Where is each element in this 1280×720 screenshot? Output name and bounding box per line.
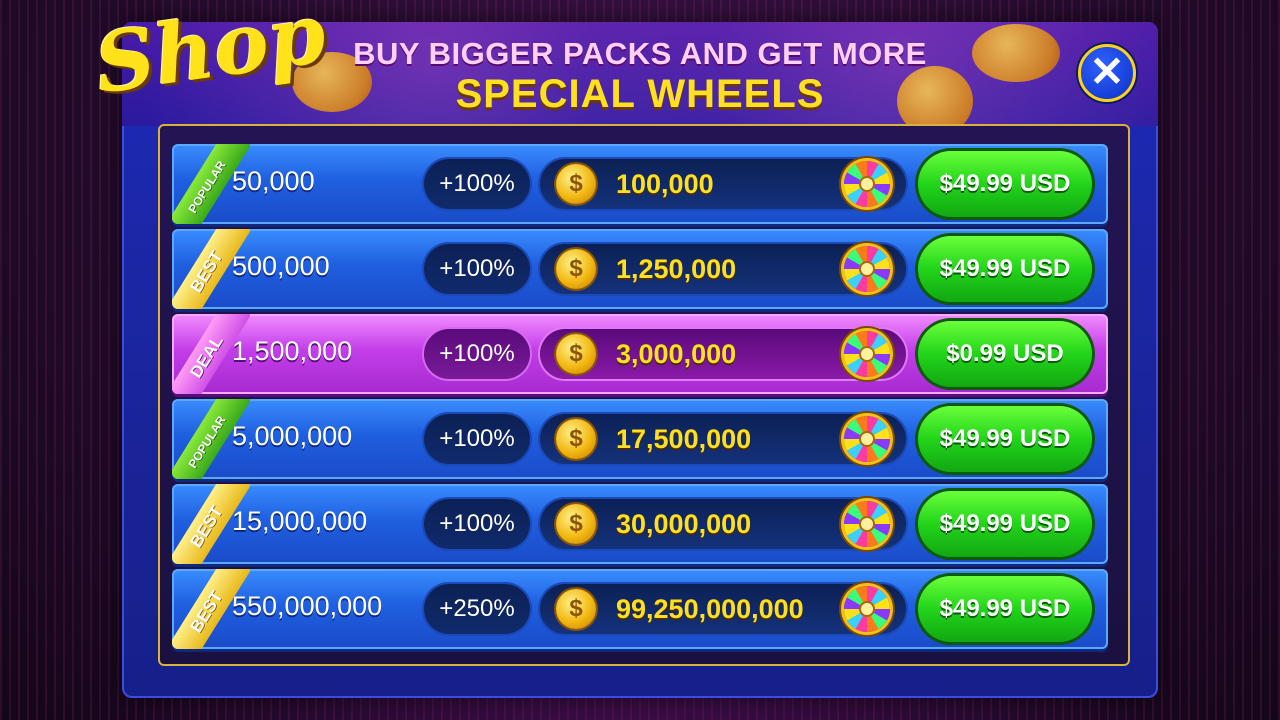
bonus-percent: +100% <box>424 329 530 379</box>
base-coin-amount: 500,000 <box>232 251 330 281</box>
pack-row: BEST 500,000 +100% $ 1,250,000 $49.99 US… <box>172 229 1108 309</box>
wheel-icon <box>844 416 890 462</box>
promo-subheadline: SPECIAL WHEELS <box>455 72 825 116</box>
coin-icon: $ <box>556 249 596 289</box>
bonus-percent: +100% <box>424 414 530 464</box>
total-coins-pill: $ 30,000,000 <box>540 499 906 549</box>
total-coins-pill: $ 99,250,000,000 <box>540 584 906 634</box>
bonus-percent: +100% <box>424 499 530 549</box>
total-coin-amount: 1,250,000 <box>616 254 737 284</box>
coin-icon: $ <box>556 334 596 374</box>
close-button[interactable]: ✕ <box>1078 44 1136 102</box>
pack-row: BEST 15,000,000 +100% $ 30,000,000 $49.9… <box>172 484 1108 564</box>
total-coin-amount: 3,000,000 <box>616 339 737 369</box>
close-icon: ✕ <box>1089 48 1125 95</box>
wheel-icon <box>844 501 890 547</box>
total-coin-amount: 17,500,000 <box>616 424 752 454</box>
pack-row: POPULAR 5,000,000 +100% $ 17,500,000 $49… <box>172 399 1108 479</box>
buy-button[interactable]: $49.99 USD <box>918 406 1092 472</box>
wheel-icon <box>844 331 890 377</box>
buy-button[interactable]: $49.99 USD <box>918 151 1092 217</box>
wheel-icon <box>844 586 890 632</box>
coin-icon: $ <box>556 419 596 459</box>
total-coins-pill: $ 3,000,000 <box>540 329 906 379</box>
total-coin-amount: 100,000 <box>616 169 714 199</box>
coin-icon: $ <box>556 504 596 544</box>
buy-button[interactable]: $49.99 USD <box>918 236 1092 302</box>
promo-headline: BUY BIGGER PACKS AND GET MORE <box>353 36 927 71</box>
buy-button[interactable]: $0.99 USD <box>918 321 1092 387</box>
total-coin-amount: 30,000,000 <box>616 509 752 539</box>
coin-icon: $ <box>556 589 596 629</box>
total-coins-pill: $ 100,000 <box>540 159 906 209</box>
wheel-icon <box>844 246 890 292</box>
base-coin-amount: 5,000,000 <box>232 421 353 451</box>
wheel-hub <box>861 263 873 275</box>
bonus-percent: +100% <box>424 159 530 209</box>
buy-button[interactable]: $49.99 USD <box>918 576 1092 642</box>
total-coin-amount: 99,250,000,000 <box>616 594 804 624</box>
wheel-hub <box>861 178 873 190</box>
wheel-hub <box>861 433 873 445</box>
base-coin-amount: 50,000 <box>232 166 315 196</box>
coin-icon: $ <box>556 164 596 204</box>
buy-button[interactable]: $49.99 USD <box>918 491 1092 557</box>
pack-row: BEST 550,000,000 +250% $ 99,250,000,000 … <box>172 569 1108 649</box>
total-coins-pill: $ 1,250,000 <box>540 244 906 294</box>
bonus-percent: +250% <box>424 584 530 634</box>
base-coin-amount: 15,000,000 <box>232 506 368 536</box>
pack-row: POPULAR 50,000 +100% $ 100,000 $49.99 US… <box>172 144 1108 224</box>
decorative-coin <box>972 24 1060 82</box>
base-coin-amount: 550,000,000 <box>232 591 383 621</box>
wheel-hub <box>861 348 873 360</box>
wheel-hub <box>861 603 873 615</box>
wheel-icon <box>844 161 890 207</box>
wheel-hub <box>861 518 873 530</box>
pack-row: DEAL 1,500,000 +100% $ 3,000,000 $0.99 U… <box>172 314 1108 394</box>
bonus-percent: +100% <box>424 244 530 294</box>
base-coin-amount: 1,500,000 <box>232 336 353 366</box>
total-coins-pill: $ 17,500,000 <box>540 414 906 464</box>
